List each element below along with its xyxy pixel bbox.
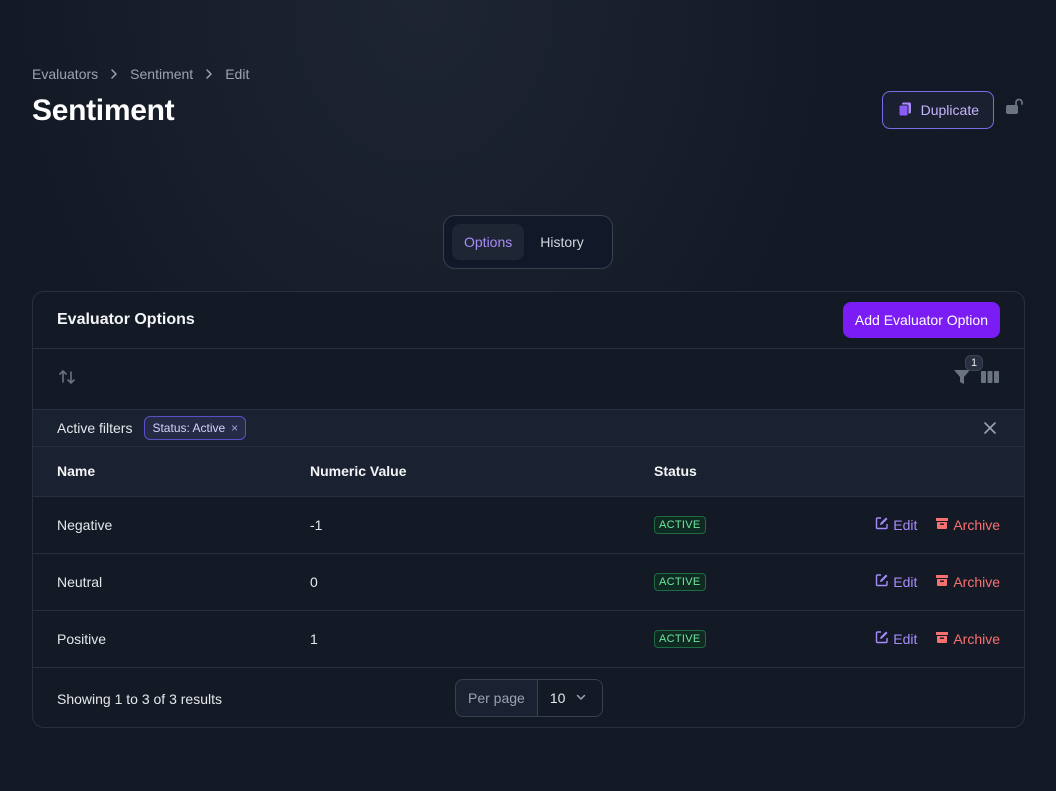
columns-icon[interactable] xyxy=(980,367,1000,392)
card-header: Evaluator Options Add Evaluator Option xyxy=(33,292,1024,349)
table-row: Neutral 0 ACTIVE Edit Archive xyxy=(33,553,1024,610)
card-footer: Showing 1 to 3 of 3 results Per page 10 xyxy=(33,667,1024,727)
remove-filter-icon[interactable]: × xyxy=(231,421,238,435)
breadcrumb-sentiment[interactable]: Sentiment xyxy=(130,66,193,82)
tab-options[interactable]: Options xyxy=(452,224,525,260)
cell-numeric-value: 1 xyxy=(310,630,318,647)
cell-numeric-value: -1 xyxy=(310,516,323,533)
status-badge: ACTIVE xyxy=(654,516,706,534)
unlock-icon[interactable] xyxy=(1004,97,1024,117)
duplicate-button[interactable]: Duplicate xyxy=(881,91,994,129)
cell-status: ACTIVE xyxy=(630,553,743,610)
cell-status: ACTIVE xyxy=(630,496,743,553)
edit-icon xyxy=(875,573,889,590)
cell-actions: Edit Archive xyxy=(743,496,1024,553)
edit-icon xyxy=(875,630,889,647)
breadcrumb-evaluators[interactable]: Evaluators xyxy=(32,66,98,82)
archive-button[interactable]: Archive xyxy=(935,573,1000,590)
toolbar-right: 1 xyxy=(952,354,1000,392)
edit-label: Edit xyxy=(893,630,918,647)
cell-status: ACTIVE xyxy=(630,610,743,667)
header-actions: Duplicate xyxy=(881,91,1024,129)
archive-icon xyxy=(935,516,949,533)
filter-chip-status: Status: Active × xyxy=(144,416,247,440)
tabs: Options History xyxy=(443,215,613,269)
card-title: Evaluator Options xyxy=(57,311,195,328)
filter-chip-label: Status: Active xyxy=(152,421,226,435)
table-toolbar: 1 xyxy=(33,349,1024,410)
per-page-value-text: 10 xyxy=(549,690,566,706)
cell-numeric-value: 0 xyxy=(310,573,318,590)
clear-filters-icon[interactable] xyxy=(982,420,998,436)
evaluator-options-card: Evaluator Options Add Evaluator Option 1… xyxy=(32,291,1025,728)
edit-label: Edit xyxy=(893,573,918,590)
per-page-select[interactable]: Per page 10 xyxy=(455,679,603,717)
page-title: Sentiment xyxy=(32,94,175,127)
archive-icon xyxy=(935,573,949,590)
archive-label: Archive xyxy=(953,573,1000,590)
table-row: Negative -1 ACTIVE Edit Archive xyxy=(33,496,1024,553)
edit-button[interactable]: Edit xyxy=(875,573,917,590)
table-header-row: Name Numeric Value Status xyxy=(33,447,1024,496)
per-page-value[interactable]: 10 xyxy=(537,680,602,716)
edit-label: Edit xyxy=(893,516,918,533)
column-header-status[interactable]: Status xyxy=(630,447,743,496)
results-summary: Showing 1 to 3 of 3 results xyxy=(57,690,222,707)
cell-name: Neutral xyxy=(57,573,103,590)
chevron-right-icon xyxy=(203,68,215,80)
active-filters-label: Active filters xyxy=(57,420,133,436)
tab-history[interactable]: History xyxy=(528,224,596,260)
cell-name: Positive xyxy=(57,630,107,647)
per-page-label: Per page xyxy=(456,680,538,716)
column-header-numeric-value[interactable]: Numeric Value xyxy=(286,447,630,496)
archive-label: Archive xyxy=(953,516,1000,533)
chevron-down-icon xyxy=(575,690,587,706)
cell-name: Negative xyxy=(57,516,113,533)
duplicate-label: Duplicate xyxy=(920,102,979,118)
filter-count-badge: 1 xyxy=(965,354,983,371)
edit-icon xyxy=(875,516,889,533)
archive-button[interactable]: Archive xyxy=(935,516,1000,533)
column-header-name[interactable]: Name xyxy=(33,447,286,496)
archive-button[interactable]: Archive xyxy=(935,630,1000,647)
edit-button[interactable]: Edit xyxy=(875,630,917,647)
cell-actions: Edit Archive xyxy=(743,553,1024,610)
status-badge: ACTIVE xyxy=(654,573,706,591)
edit-button[interactable]: Edit xyxy=(875,516,917,533)
archive-label: Archive xyxy=(953,630,1000,647)
breadcrumb-edit: Edit xyxy=(225,66,250,82)
chevron-right-icon xyxy=(108,68,120,80)
active-filters-bar: Active filters Status: Active × xyxy=(33,410,1024,447)
sort-icon[interactable] xyxy=(57,367,77,392)
table-row: Positive 1 ACTIVE Edit Archive xyxy=(33,610,1024,667)
page-header: Evaluators Sentiment Edit Sentiment Dupl… xyxy=(32,66,1024,129)
status-badge: ACTIVE xyxy=(654,630,706,649)
breadcrumb: Evaluators Sentiment Edit xyxy=(32,66,1024,82)
filter-button[interactable]: 1 xyxy=(952,354,983,392)
column-header-actions xyxy=(743,447,1024,496)
add-evaluator-option-button[interactable]: Add Evaluator Option xyxy=(842,302,1000,338)
duplicate-icon xyxy=(897,101,913,120)
options-table: Name Numeric Value Status Negative -1 AC… xyxy=(33,447,1024,667)
cell-actions: Edit Archive xyxy=(743,610,1024,667)
archive-icon xyxy=(935,630,949,647)
